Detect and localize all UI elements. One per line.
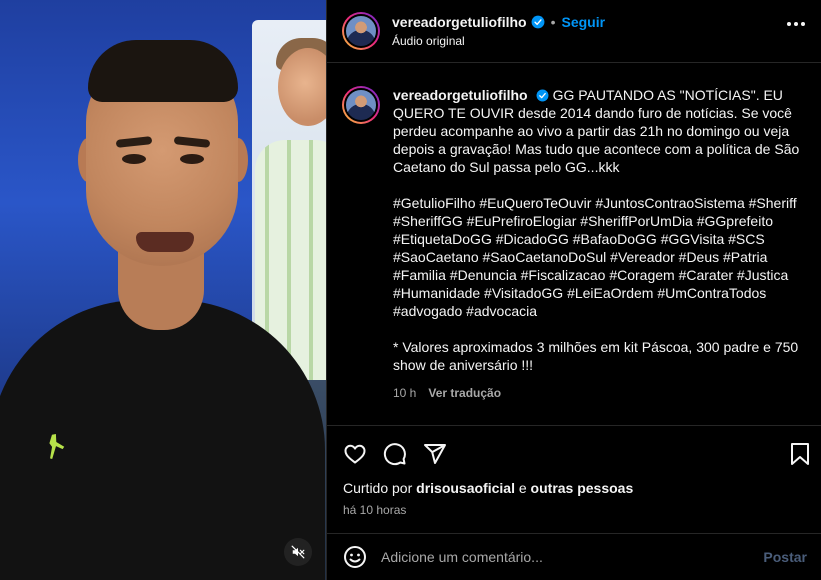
follow-button[interactable]: Seguir	[561, 14, 605, 30]
caption-row: vereadorgetuliofilho GG PAUTANDO AS "NOTÍ…	[342, 86, 805, 402]
caption-avatar-image	[344, 88, 378, 122]
action-bar	[327, 426, 821, 482]
post-details-panel: vereadorgetuliofilho • Seguir Áudio orig…	[326, 0, 821, 580]
caption-body: vereadorgetuliofilho GG PAUTANDO AS "NOTÍ…	[393, 86, 805, 402]
comment-input[interactable]	[381, 549, 764, 565]
bookmark-icon[interactable]	[789, 442, 811, 471]
username-link[interactable]: vereadorgetuliofilho	[392, 14, 527, 30]
verified-badge-icon	[536, 89, 549, 102]
more-options-icon[interactable]	[787, 22, 805, 26]
liked-by-user-link[interactable]: drisousaoficial	[416, 480, 515, 496]
avatar[interactable]	[342, 12, 380, 50]
likes-connector: e	[518, 480, 527, 496]
avatar-image	[344, 14, 378, 48]
shirt-logo-icon	[49, 434, 65, 460]
comment-composer: Postar	[327, 533, 821, 580]
header-text: vereadorgetuliofilho • Seguir Áudio orig…	[392, 14, 605, 48]
separator-dot: •	[550, 14, 556, 30]
caption-main: vereadorgetuliofilho GG PAUTANDO AS "NOTÍ…	[393, 86, 805, 176]
mute-toggle-button[interactable]	[284, 538, 312, 566]
speaker-hair	[88, 40, 238, 102]
caption-note: * Valores aproximados 3 milhões em kit P…	[393, 339, 799, 373]
speaker-eye-left	[122, 154, 146, 164]
speaker-mouth	[136, 232, 194, 252]
caption-time[interactable]: 10 h	[393, 384, 416, 402]
comment-icon[interactable]	[383, 442, 407, 466]
post-header: vereadorgetuliofilho • Seguir Áudio orig…	[327, 0, 821, 63]
header-line: vereadorgetuliofilho • Seguir	[392, 14, 605, 30]
caption-section: vereadorgetuliofilho GG PAUTANDO AS "NOTÍ…	[327, 64, 821, 424]
post-comment-button[interactable]: Postar	[763, 549, 807, 565]
reel-video[interactable]	[0, 0, 326, 580]
post-actions-section: Curtido por drisousaoficial e outras pes…	[327, 425, 821, 517]
likes-prefix: Curtido por	[343, 480, 413, 496]
emoji-icon[interactable]	[343, 545, 367, 569]
caption-username-link[interactable]: vereadorgetuliofilho	[393, 87, 528, 103]
caption-avatar[interactable]	[342, 86, 380, 124]
speaker-eye-right	[180, 154, 204, 164]
muted-speaker-icon	[291, 545, 305, 559]
caption-meta: 10 h Ver tradução	[393, 384, 805, 402]
original-audio-link[interactable]: Áudio original	[392, 34, 605, 48]
caption-hashtags[interactable]: #GetulioFilho #EuQueroTeOuvir #JuntosCon…	[393, 194, 805, 320]
post-timestamp[interactable]: há 10 horas	[327, 503, 821, 517]
share-icon[interactable]	[423, 442, 447, 466]
others-link[interactable]: outras pessoas	[531, 480, 634, 496]
likes-summary: Curtido por drisousaoficial e outras pes…	[327, 480, 821, 496]
heart-icon[interactable]	[343, 442, 367, 466]
verified-badge-icon	[531, 15, 545, 29]
translate-link[interactable]: Ver tradução	[428, 384, 501, 402]
